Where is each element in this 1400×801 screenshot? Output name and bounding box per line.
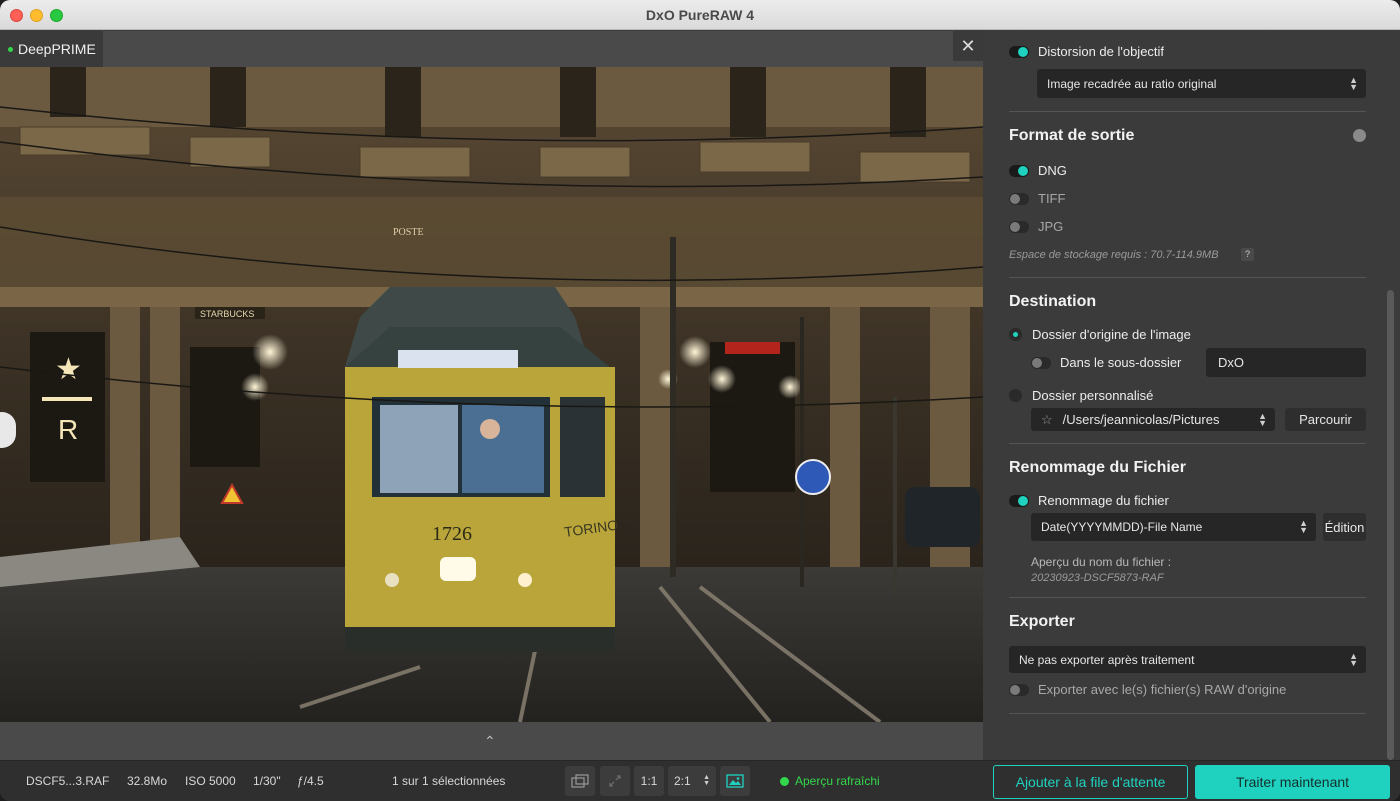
photo-preview[interactable]: STARBUCKS ★ R POSTE 1726 TORINO bbox=[0, 67, 983, 722]
rename-pattern-select[interactable]: Date(YYYYMMDD)-File Name ▲ ▼ bbox=[1031, 513, 1316, 541]
dng-label: DNG bbox=[1038, 163, 1067, 178]
svg-text:POSTE: POSTE bbox=[393, 227, 424, 238]
zoom-select-value: 2:1 bbox=[674, 774, 691, 788]
status-dot-icon bbox=[780, 776, 789, 786]
tiff-toggle[interactable] bbox=[1009, 192, 1029, 205]
jpg-row[interactable]: JPG bbox=[1009, 219, 1063, 234]
svg-text:★: ★ bbox=[55, 353, 82, 386]
subfolder-toggle[interactable] bbox=[1031, 356, 1051, 369]
subfolder-row[interactable]: Dans le sous-dossier bbox=[1031, 355, 1181, 370]
custom-folder-radio[interactable] bbox=[1009, 389, 1022, 402]
window-title: DxO PureRAW 4 bbox=[645, 7, 755, 23]
add-to-queue-button[interactable]: Ajouter à la file d'attente bbox=[993, 765, 1188, 799]
divider bbox=[1009, 597, 1366, 598]
close-icon[interactable]: ✕ bbox=[953, 31, 983, 61]
export-raw-label: Exporter avec le(s) fichier(s) RAW d'ori… bbox=[1038, 682, 1287, 697]
chevron-updown-icon: ▲ ▼ bbox=[1349, 650, 1358, 668]
distortion-label: Distorsion de l'objectif bbox=[1038, 44, 1165, 59]
export-raw-toggle[interactable] bbox=[1009, 683, 1029, 696]
divider bbox=[1009, 443, 1366, 444]
zoom-select[interactable]: 2:1 ▲ ▼ bbox=[668, 766, 716, 796]
dng-toggle[interactable] bbox=[1009, 164, 1029, 177]
jpg-label: JPG bbox=[1038, 219, 1064, 234]
export-select[interactable]: Ne pas exporter après traitement ▲ ▼ bbox=[1009, 646, 1366, 673]
export-title: Exporter bbox=[1009, 613, 1075, 630]
image-viewer: DeepPRIME ✕ STARBUCKS ★ R POSTE 1726 TOR… bbox=[0, 31, 983, 760]
compare-icon[interactable] bbox=[565, 766, 595, 796]
reset-indicator-icon[interactable] bbox=[1353, 129, 1366, 142]
image-preview-icon[interactable] bbox=[720, 766, 750, 796]
chevron-updown-icon: ▲ ▼ bbox=[703, 774, 710, 787]
rename-pattern-value: Date(YYYYMMDD)-File Name bbox=[1041, 520, 1203, 534]
subfolder-input[interactable]: DxO bbox=[1206, 348, 1366, 377]
iso-value: ISO 5000 bbox=[185, 774, 236, 788]
rename-preview-value: 20230923-DSCF5873-RAF bbox=[1031, 572, 1164, 584]
star-icon[interactable]: ☆ bbox=[1041, 412, 1053, 428]
tram-photo: STARBUCKS ★ R POSTE 1726 TORINO bbox=[0, 67, 983, 722]
export-raw-row[interactable]: Exporter avec le(s) fichier(s) RAW d'ori… bbox=[1009, 682, 1286, 697]
chevron-updown-icon: ▲ ▼ bbox=[1349, 74, 1358, 92]
distortion-toggle[interactable] bbox=[1009, 45, 1029, 58]
tiff-label: TIFF bbox=[1038, 191, 1066, 206]
output-format-title: Format de sortie bbox=[1009, 127, 1135, 144]
aperture-value: ƒ/4.5 bbox=[297, 774, 324, 788]
panel-scrollbar[interactable] bbox=[1387, 290, 1394, 760]
tab-label: DeepPRIME bbox=[18, 41, 96, 57]
selection-count: 1 sur 1 sélectionnées bbox=[392, 774, 506, 788]
storage-required: Espace de stockage requis : 70.7-114.9MB bbox=[1009, 249, 1219, 261]
chevron-up-icon[interactable]: ⌃ bbox=[484, 733, 496, 750]
edit-button[interactable]: Édition bbox=[1323, 513, 1366, 541]
fit-to-screen-icon[interactable] bbox=[600, 766, 630, 796]
bottom-bar: DSCF5...3.RAF 32.8Mo ISO 5000 1/30" ƒ/4.… bbox=[0, 760, 1400, 801]
viewer-tab-strip: DeepPRIME ✕ bbox=[0, 31, 983, 67]
custom-folder-label: Dossier personnalisé bbox=[1032, 388, 1154, 403]
rename-preview-label: Aperçu du nom du fichier : bbox=[1031, 555, 1172, 569]
shutter-value: 1/30" bbox=[253, 774, 281, 788]
chevron-updown-icon: ▲ ▼ bbox=[1299, 518, 1308, 535]
subfolder-label: Dans le sous-dossier bbox=[1060, 355, 1182, 370]
rename-title: Renommage du Fichier bbox=[1009, 459, 1186, 476]
rename-toggle[interactable] bbox=[1009, 494, 1029, 507]
path-value: /Users/jeannicolas/Pictures bbox=[1062, 412, 1220, 427]
title-bar: DxO PureRAW 4 bbox=[0, 0, 1400, 30]
destination-title: Destination bbox=[1009, 293, 1097, 310]
preview-status: Aperçu rafraîchi bbox=[780, 774, 880, 788]
process-now-button[interactable]: Traiter maintenant bbox=[1195, 765, 1390, 799]
origin-folder-row[interactable]: Dossier d'origine de l'image bbox=[1009, 327, 1191, 342]
zoom-1-1-button[interactable]: 1:1 bbox=[634, 766, 664, 796]
svg-text:R: R bbox=[58, 414, 78, 445]
divider bbox=[1009, 713, 1366, 714]
rename-label: Renommage du fichier bbox=[1038, 493, 1169, 508]
custom-folder-row[interactable]: Dossier personnalisé bbox=[1009, 388, 1153, 403]
chevron-updown-icon: ▲ ▼ bbox=[1258, 410, 1267, 428]
preview-status-label: Aperçu rafraîchi bbox=[795, 774, 880, 788]
jpg-toggle[interactable] bbox=[1009, 220, 1029, 233]
rename-row[interactable]: Renommage du fichier bbox=[1009, 493, 1169, 508]
distortion-row[interactable]: Distorsion de l'objectif bbox=[1009, 44, 1164, 59]
svg-text:1726: 1726 bbox=[432, 523, 472, 545]
browse-button[interactable]: Parcourir bbox=[1285, 408, 1366, 431]
app-window: DxO PureRAW 4 DeepPRIME ✕ STARBUCKS ★ R … bbox=[0, 0, 1400, 801]
crop-select[interactable]: Image recadrée au ratio original ▲ ▼ bbox=[1037, 69, 1366, 98]
file-size: 32.8Mo bbox=[127, 774, 168, 788]
tab-deepprime[interactable]: DeepPRIME bbox=[0, 31, 103, 67]
help-icon[interactable]: ? bbox=[1241, 248, 1254, 261]
divider bbox=[1009, 277, 1366, 278]
divider bbox=[1009, 111, 1366, 112]
origin-folder-radio[interactable] bbox=[1009, 328, 1022, 341]
tiff-row[interactable]: TIFF bbox=[1009, 191, 1065, 206]
crop-select-value: Image recadrée au ratio original bbox=[1047, 76, 1217, 91]
file-name: DSCF5...3.RAF bbox=[26, 774, 110, 788]
svg-text:STARBUCKS: STARBUCKS bbox=[200, 309, 254, 319]
export-select-value: Ne pas exporter après traitement bbox=[1019, 652, 1195, 667]
origin-folder-label: Dossier d'origine de l'image bbox=[1032, 327, 1191, 342]
active-dot-icon bbox=[8, 46, 13, 52]
dng-row[interactable]: DNG bbox=[1009, 163, 1067, 178]
path-select[interactable]: ☆ /Users/jeannicolas/Pictures ▲ ▼ bbox=[1031, 408, 1275, 431]
